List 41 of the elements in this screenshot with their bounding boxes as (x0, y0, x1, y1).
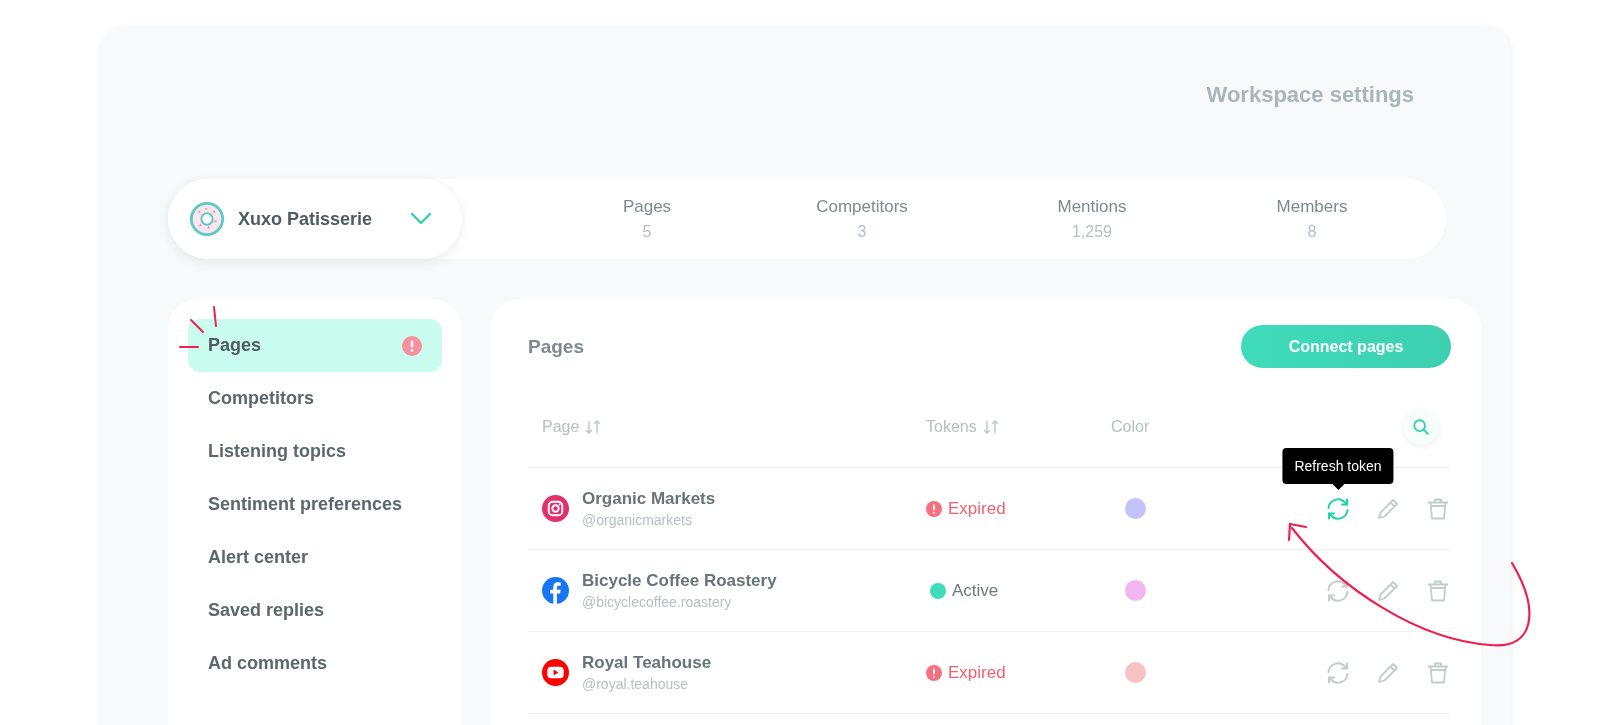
chevron-down-icon (410, 212, 432, 226)
stat-value: 8 (1307, 223, 1317, 241)
token-status: Active (952, 580, 999, 601)
youtube-icon (542, 659, 569, 686)
donut-icon (188, 200, 226, 238)
color-dot[interactable] (1125, 580, 1146, 601)
stat-label: Mentions (1057, 197, 1127, 217)
refresh-icon[interactable] (1325, 577, 1351, 604)
search-button[interactable] (1403, 409, 1439, 445)
stat-value: 5 (642, 223, 652, 241)
page-title: Workspace settings (1206, 82, 1414, 109)
workspace-selector[interactable]: Xuxo Patisserie (168, 179, 462, 259)
sidebar-item[interactable]: Saved replies (188, 584, 442, 637)
instagram-icon (542, 495, 569, 522)
page-name: Organic Markets (582, 489, 716, 509)
sidebar-item[interactable]: Ad comments (188, 637, 442, 690)
page-name: Royal Teahouse (582, 653, 712, 673)
page-handle: @bicyclecoffee.roastery (582, 594, 733, 610)
color-dot[interactable] (1125, 662, 1146, 683)
stat-label: Pages (622, 197, 672, 217)
refresh-icon[interactable] (1325, 495, 1351, 522)
page-handle: @organicmarkets (582, 512, 693, 528)
search-icon (1412, 418, 1430, 436)
stat-label: Members (1276, 197, 1348, 217)
page-name: Bicycle Coffee Roastery (582, 571, 777, 591)
stat-label: Competitors (816, 197, 908, 217)
sidebar-item[interactable]: Sentiment preferences (188, 478, 442, 531)
sidebar-item[interactable]: Competitors (188, 372, 442, 425)
sidebar-item[interactable]: Listening topics (188, 425, 442, 478)
stat-value: 3 (857, 223, 867, 241)
sidebar-item[interactable]: Alert center (188, 531, 442, 584)
color-dot[interactable] (1125, 498, 1146, 519)
token-status: Expired (948, 662, 1006, 683)
facebook-icon (542, 577, 569, 604)
tooltip: Refresh token (1282, 447, 1394, 484)
stat-value: 1,259 (1071, 223, 1112, 241)
token-status: Expired (948, 498, 1006, 519)
tooltip-pointer-icon (1332, 483, 1344, 490)
sidebar-item[interactable]: Pages (188, 319, 442, 372)
page-handle: @royal.teahouse (582, 676, 690, 692)
section-title: Pages (528, 335, 584, 358)
